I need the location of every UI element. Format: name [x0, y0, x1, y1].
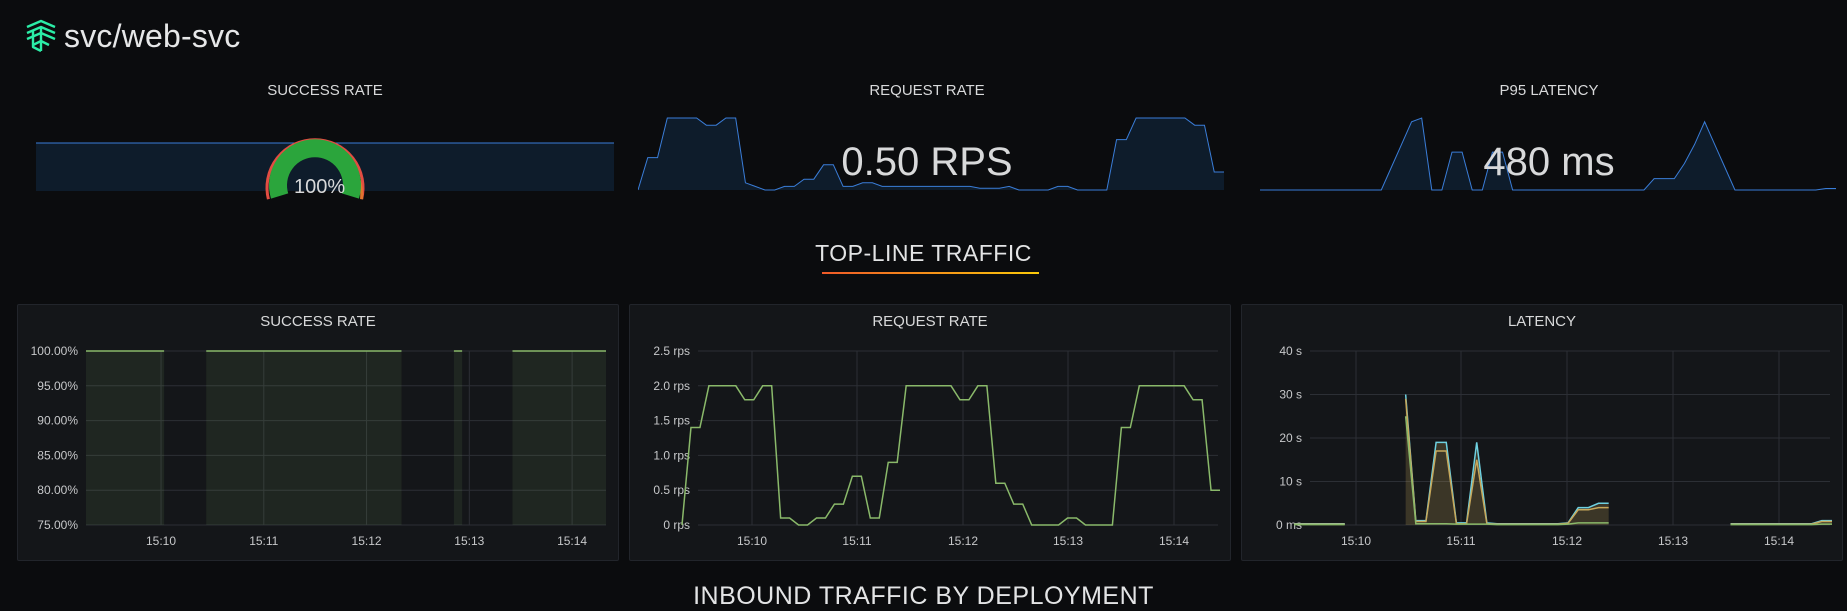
success-rate-area: [86, 351, 165, 525]
success-rate-stat-panel[interactable]: SUCCESS RATE 100%: [36, 78, 614, 213]
request-rate-stat-panel[interactable]: REQUEST RATE 0.50 RPS: [638, 78, 1224, 213]
x-tick-label: 15:13: [1658, 534, 1688, 548]
y-tick-label: 90.00%: [37, 414, 78, 428]
latency-graph: 40 s30 s20 s10 s0 ms15:10 15:11 15:12 15:13…: [1276, 344, 1832, 548]
x-tick-label: 15:12: [1552, 534, 1582, 548]
p95-latency-value: 480 ms: [1483, 140, 1615, 184]
y-tick-label: 75.00%: [37, 518, 78, 532]
request-rate-graph: 2.5 rps2.0 rps1.5 rps1.0 rps0.5 rps0 rps…: [653, 344, 1220, 548]
y-tick-label: 20 s: [1279, 431, 1302, 445]
y-tick-label: 40 s: [1279, 344, 1302, 358]
latency-line-p99: [1294, 394, 1832, 525]
dashboard-header: svc/web-svc: [24, 14, 240, 58]
y-tick-label: 1.0 rps: [653, 448, 690, 462]
success-rate-graph: 100.00% 95.00% 90.00% 85.00% 80.00% 75.00% 15:…: [31, 344, 606, 548]
x-tick-label: 15:14: [1764, 534, 1794, 548]
x-tick-label: 15:10: [1341, 534, 1371, 548]
latency-line-p95: [1294, 398, 1832, 525]
request-rate-graph-panel[interactable]: REQUEST RATE 2.5 rps 2.0 rps 1.5 rps 1.0 rp…: [629, 304, 1231, 561]
x-tick-label: 15:10: [737, 534, 767, 548]
y-tick-label: 10 s: [1279, 475, 1302, 489]
success-rate-area: [206, 351, 402, 525]
success-rate-area: [512, 351, 606, 525]
row-title-top-line-traffic[interactable]: TOP-LINE TRAFFIC: [0, 240, 1847, 267]
success-rate-area: [453, 351, 463, 525]
x-tick-label: 15:12: [352, 534, 382, 548]
x-tick-label: 15:11: [249, 534, 278, 548]
y-tick-label: 95.00%: [37, 379, 78, 393]
latency-area: [1294, 394, 1832, 525]
row-title-inbound-traffic[interactable]: INBOUND TRAFFIC BY DEPLOYMENT: [0, 582, 1847, 611]
y-tick-label: 80.00%: [37, 483, 78, 497]
y-tick-label: 30 s: [1279, 388, 1302, 402]
y-tick-label: 85.00%: [37, 448, 78, 462]
row-title-underline: [822, 272, 1039, 274]
x-tick-label: 15:10: [146, 534, 176, 548]
x-tick-label: 15:14: [557, 534, 587, 548]
success-rate-graph-panel[interactable]: SUCCESS RATE 100.00% 95.00% 90.00% 85.00% 80…: [17, 304, 619, 561]
linkerd-logo-icon: [26, 19, 56, 53]
y-tick-label: 1.5 rps: [653, 414, 690, 428]
latency-graph-panel[interactable]: LATENCY 40 s 30 s 20 s 10 s0 ms 15:10 15:11 15…: [1241, 304, 1843, 561]
x-tick-label: 15:11: [1446, 534, 1475, 548]
y-tick-label: 2.0 rps: [653, 379, 690, 393]
x-tick-label: 15:11: [842, 534, 871, 548]
success-rate-value: 100%: [294, 176, 346, 198]
y-tick-label: 0 rps: [663, 518, 690, 532]
x-tick-label: 15:13: [1053, 534, 1083, 548]
y-tick-label: 2.5 rps: [653, 344, 690, 358]
x-tick-label: 15:14: [1159, 534, 1189, 548]
page-title: svc/web-svc: [64, 17, 241, 54]
x-tick-label: 15:12: [948, 534, 978, 548]
x-tick-label: 15:13: [454, 534, 484, 548]
latency-line-p50: [1294, 416, 1832, 526]
p95-latency-stat-panel[interactable]: P95 LATENCY 480 ms: [1260, 78, 1838, 213]
y-tick-label: 100.00%: [31, 344, 79, 358]
request-rate-value: 0.50 RPS: [841, 140, 1013, 184]
p95-latency-stat-title: P95 LATENCY: [1499, 82, 1599, 99]
request-rate-stat-title: REQUEST RATE: [869, 82, 985, 99]
success-rate-stat-title: SUCCESS RATE: [267, 82, 383, 99]
